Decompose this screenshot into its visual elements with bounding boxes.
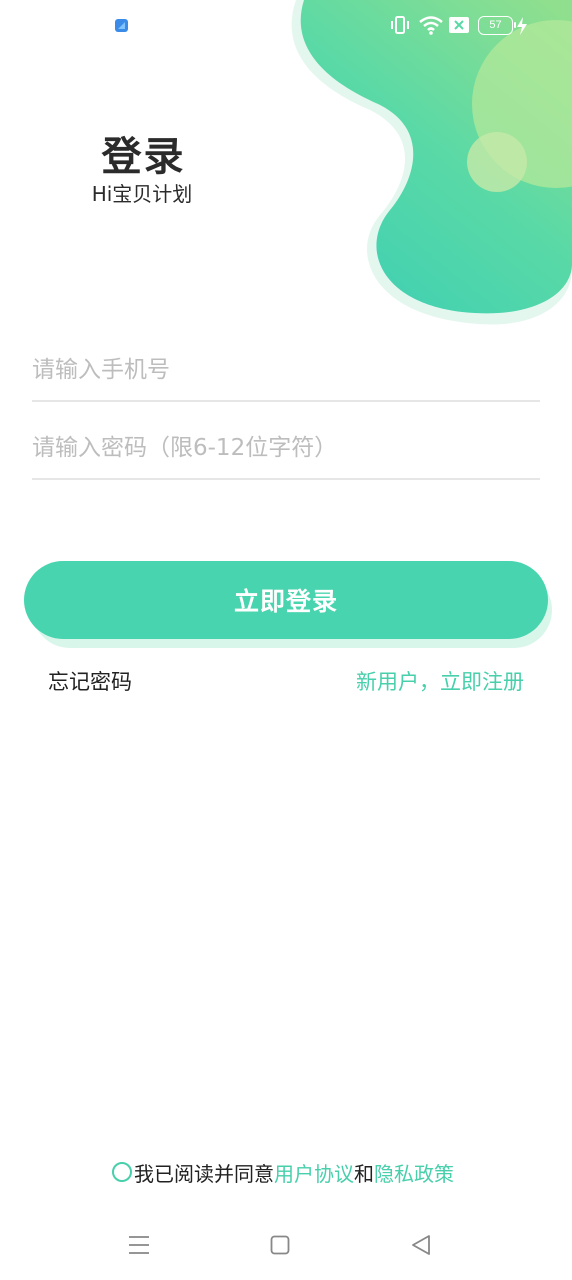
page-title: 登录 <box>101 134 186 180</box>
login-button[interactable]: 立即登录 <box>24 561 548 639</box>
forgot-password-link[interactable]: 忘记密码 <box>48 666 132 696</box>
agreement-conjunction: 和 <box>354 1161 374 1186</box>
agreement-row: 我已阅读并同意 用户协议 和 隐私政策 <box>112 1158 454 1186</box>
sim-no-signal-icon <box>449 17 469 33</box>
back-icon[interactable] <box>410 1234 432 1256</box>
battery-icon: 57 <box>478 16 516 35</box>
phone-input[interactable] <box>32 342 540 398</box>
privacy-policy-link[interactable]: 隐私政策 <box>374 1158 454 1187</box>
system-navigation-bar <box>0 1212 572 1280</box>
user-agreement-link[interactable]: 用户协议 <box>274 1158 354 1187</box>
charging-icon <box>517 17 527 35</box>
app-notification-icon <box>115 19 128 32</box>
status-bar: 57 <box>0 0 572 52</box>
wifi-icon <box>419 16 443 35</box>
agreement-checkbox[interactable] <box>112 1162 132 1182</box>
app-subtitle: Hi宝贝计划 <box>91 182 193 206</box>
home-icon[interactable] <box>270 1234 290 1256</box>
menu-icon[interactable] <box>128 1234 150 1256</box>
register-link[interactable]: 新用户，立即注册 <box>356 666 524 696</box>
phone-field-container <box>32 342 540 402</box>
password-input[interactable] <box>32 420 540 476</box>
vibrate-icon <box>391 16 409 34</box>
password-field-container <box>32 420 540 480</box>
agreement-prefix: 我已阅读并同意 <box>134 1161 274 1186</box>
